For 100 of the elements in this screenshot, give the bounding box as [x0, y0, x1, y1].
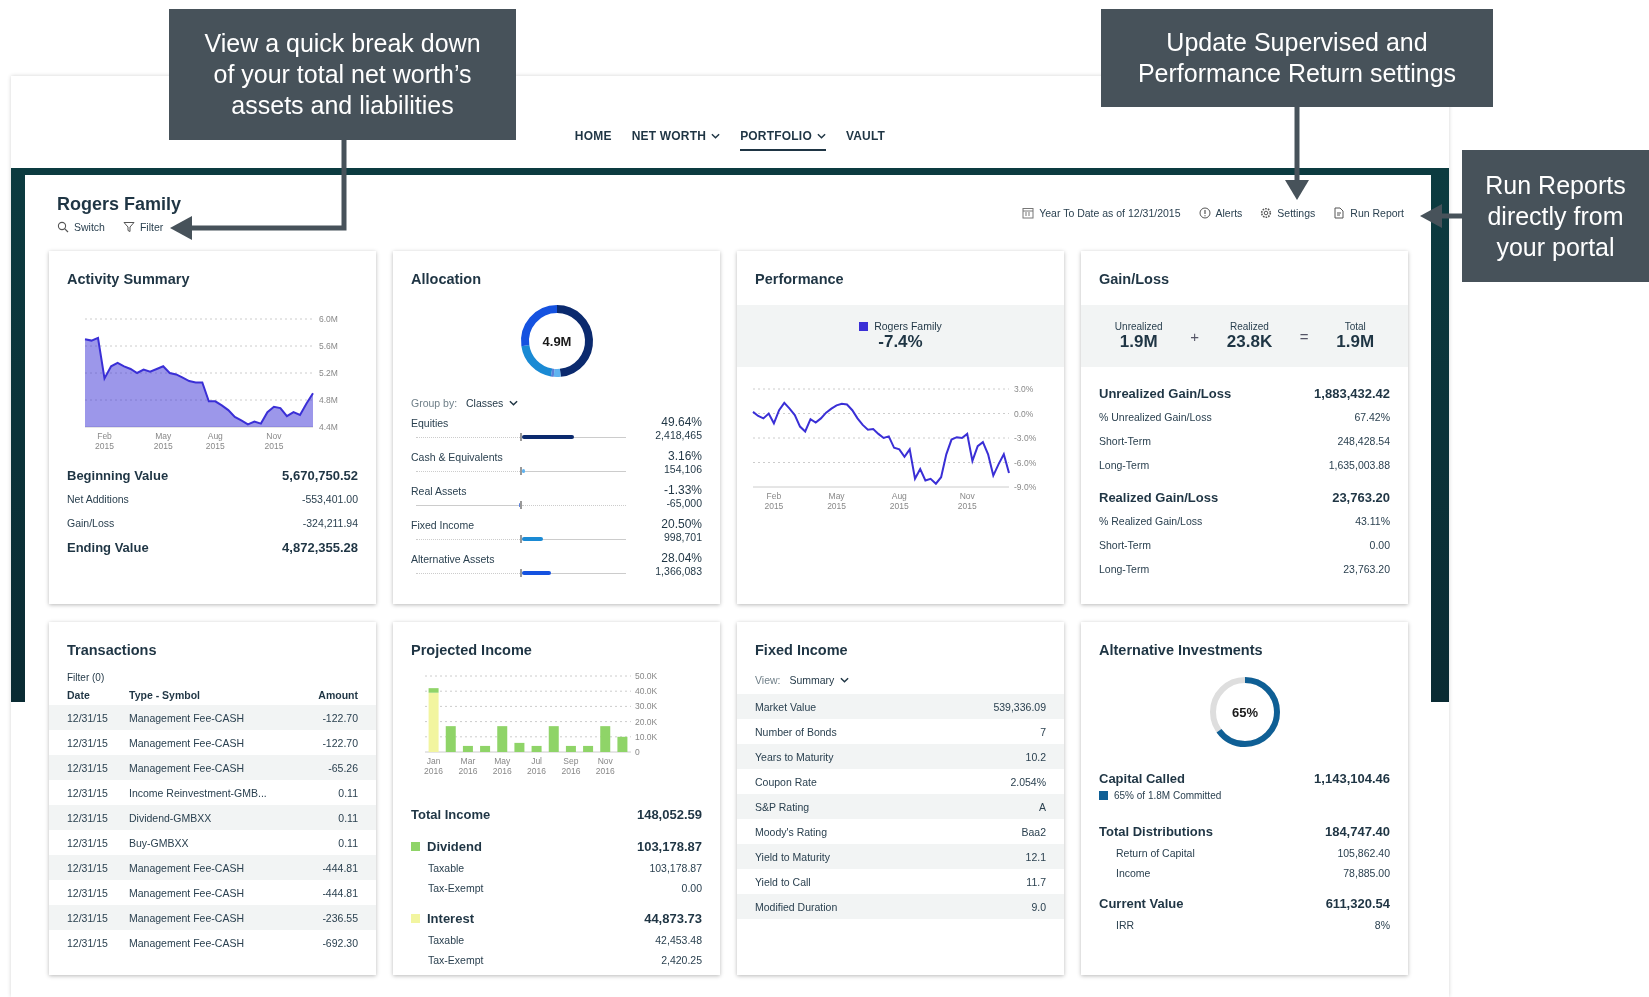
group-value: 44,873.73	[644, 910, 702, 926]
summary-value: 1.9M	[1119, 331, 1158, 352]
axis-label: 30.0K	[635, 701, 658, 712]
axis-label: 3.0%	[1014, 384, 1034, 394]
summary-value: 23.8K	[1226, 331, 1273, 352]
card-title: Performance	[755, 271, 845, 287]
row-label: Tax-Exempt	[428, 954, 484, 966]
asset-class-label: Cash & Equivalents	[411, 451, 504, 463]
toolbar-link[interactable]: Settings	[1260, 207, 1316, 219]
row-label: % Realized Gain/Loss	[1099, 515, 1203, 527]
axis-label: 6.0M	[319, 314, 338, 324]
row-value: 2.054%	[1010, 775, 1046, 788]
group-label: Dividend	[427, 838, 482, 854]
row-label: Modified Duration	[755, 900, 838, 913]
axis-label: 4.8M	[319, 395, 338, 405]
table-cell-text: 12/31/15	[67, 836, 109, 849]
percent-value: 49.64%	[661, 415, 702, 429]
axis-label: 50.0K	[635, 671, 658, 681]
table-cell-text: 12/31/15	[67, 886, 109, 899]
table-cell-text: 12/31/15	[67, 736, 109, 749]
card-title: Fixed Income	[755, 642, 849, 658]
axis-label: -6.0%	[1014, 457, 1037, 468]
card-title: Alternative Investments	[1099, 642, 1264, 658]
table-cell: -122.70	[322, 736, 358, 749]
donut-total: 4.9M	[542, 334, 571, 349]
asset-class-label: Fixed Income	[411, 519, 476, 531]
account-action[interactable]: Filter	[122, 220, 164, 233]
toolbar-link[interactable]: Year To Date as of 12/31/2015	[1022, 207, 1181, 219]
section-value: 184,747.40	[1324, 823, 1390, 839]
section-value: 23,763.20	[1332, 489, 1390, 505]
table-cell-text: Management Fee-CASH	[129, 736, 245, 749]
view-dropdown[interactable]: View: Summary	[755, 674, 1046, 686]
row-label: Yield to Call	[755, 875, 811, 888]
axis-label: 0.0%	[1014, 408, 1034, 419]
row-value: 67.42%	[1354, 411, 1390, 423]
section-value: 1,143,104.46	[1314, 770, 1390, 786]
nav-link[interactable]: VAULT	[845, 123, 886, 151]
callout-box: View a quick break down of your total net worth’s assets and liabilities	[169, 9, 516, 140]
section-label: Total Distributions	[1099, 823, 1213, 839]
axis-label: Nov 2016	[595, 756, 615, 776]
nav-link[interactable]: NET WORTH	[631, 123, 721, 151]
row-label: Coupon Rate	[755, 775, 817, 788]
card-title: Gain/Loss	[1099, 271, 1171, 287]
row-value: 78,885.00	[1343, 867, 1390, 879]
summary-value: 1.9M	[1336, 331, 1375, 352]
axis-label: 0	[635, 747, 640, 757]
table-cell-text: 12/31/15	[67, 811, 109, 824]
table-cell-text: Management Fee-CASH	[129, 711, 245, 724]
group-by-dropdown[interactable]: Group by: Classes	[411, 397, 702, 409]
row-label: Beginning Value	[67, 467, 169, 483]
table-cell-text: 12/31/15	[67, 761, 109, 774]
callout-box: Update Supervised and Performance Return settings	[1101, 9, 1493, 107]
axis-label: Mar 2016	[458, 756, 478, 776]
percent-value: 28.04%	[661, 551, 702, 565]
table-cell-text: Management Fee-CASH	[129, 861, 245, 874]
amount-value: 2,418,465	[655, 429, 702, 441]
table-cell-text: Management Fee-CASH	[129, 761, 245, 774]
row-label: Short-Term	[1099, 435, 1151, 447]
row-value: 7	[1040, 725, 1046, 738]
axis-label: Nov 2015	[957, 491, 977, 511]
row-value: A	[1039, 800, 1046, 813]
column-header: Type - Symbol	[129, 689, 201, 701]
row-label: Net Additions	[67, 493, 129, 505]
axis-label: Sep 2016	[561, 756, 581, 776]
nav-link[interactable]: PORTFOLIO	[740, 123, 826, 151]
row-value: 4,872,355.28	[282, 539, 358, 555]
toolbar-link[interactable]: Alerts	[1198, 207, 1243, 219]
nav-link[interactable]: HOME	[574, 123, 612, 151]
row-label: Years to Maturity	[755, 750, 834, 763]
axis-label: Aug 2015	[889, 491, 909, 511]
row-label: Tax-Exempt	[428, 882, 484, 894]
axis-label: Aug 2015	[205, 431, 225, 451]
row-label: Long-Term	[1099, 459, 1150, 471]
axis-label: Jul 2016	[527, 756, 547, 776]
row-label: Ending Value	[67, 539, 149, 555]
table-cell: -122.70	[322, 711, 358, 724]
amount-value: 154,106	[664, 463, 702, 475]
account-action[interactable]: Switch	[57, 220, 105, 233]
summary-label: Unrealized	[1114, 320, 1163, 332]
ring-label: 65%	[1231, 705, 1258, 720]
row-value: 1,635,003.88	[1328, 459, 1390, 471]
table-cell-text: Dividend-GMBXX	[129, 811, 213, 824]
asset-class-label: Equities	[411, 417, 450, 429]
row-value: -324,211.94	[302, 517, 358, 529]
row-value: 0.00	[681, 882, 702, 894]
operator-sign: =	[1299, 327, 1309, 345]
row-value: 10.2	[1025, 750, 1046, 763]
row-label: Yield to Maturity	[755, 850, 830, 863]
column-header: Amount	[318, 689, 358, 701]
table-cell: -444.81	[322, 861, 358, 874]
table-cell: -692.30	[322, 936, 358, 949]
table-cell: -236.55	[322, 911, 358, 924]
row-value: Baa2	[1021, 825, 1046, 838]
row-value: 0.00	[1369, 539, 1390, 551]
row-value: 539,336.09	[993, 700, 1046, 713]
total-label: Total Income	[411, 806, 491, 822]
filter-link[interactable]: Filter (0)	[67, 672, 358, 683]
table-cell: -444.81	[322, 886, 358, 899]
toolbar-link[interactable]: Run Report	[1333, 207, 1404, 219]
section-label: Current Value	[1099, 895, 1184, 911]
